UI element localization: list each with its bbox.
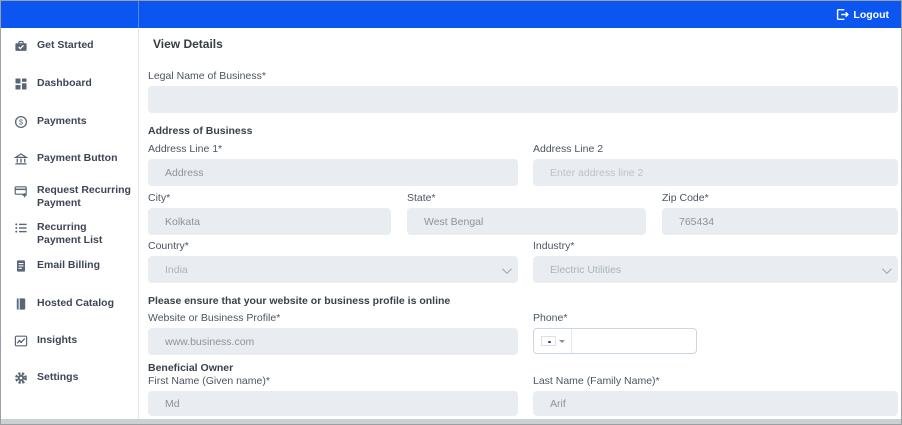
chart-line-icon <box>14 334 28 353</box>
country-code-selector[interactable] <box>534 329 572 353</box>
beneficial-owner-section-header: Beneficial Owner <box>148 362 233 374</box>
city-field-group: City* <box>148 192 391 235</box>
gear-icon <box>14 371 28 390</box>
zip-code-field-group: Zip Code* <box>662 192 898 235</box>
zip-code-label: Zip Code* <box>662 192 898 204</box>
last-name-label: Last Name (Family Name)* <box>533 375 898 387</box>
address-line2-field-group: Address Line 2 <box>533 143 898 186</box>
sidebar-item-label: Request Recurring Payment <box>37 184 132 209</box>
sidebar-item-label: Insights <box>37 334 77 347</box>
first-name-label: First Name (Given name)* <box>148 375 518 387</box>
sidebar-item-dashboard[interactable]: Dashboard <box>14 77 132 96</box>
sidebar-item-hosted-catalog[interactable]: Hosted Catalog <box>14 297 132 316</box>
sidebar-item-payment-button[interactable]: Payment Button <box>14 152 132 171</box>
industry-select[interactable]: Electric Utilities <box>533 256 898 283</box>
sidebar-item-label: Email Billing <box>37 259 100 272</box>
first-name-input[interactable] <box>148 391 518 416</box>
sidebar-item-request-recurring-payment[interactable]: Request Recurring Payment <box>14 184 132 209</box>
card-plus-icon <box>14 184 28 203</box>
phone-input[interactable] <box>572 329 697 353</box>
svg-text:$: $ <box>19 118 24 127</box>
sidebar-nav: Get Started Dashboard $ Payments <box>1 28 139 419</box>
first-name-field-group: First Name (Given name)* <box>148 375 518 416</box>
logout-icon <box>836 8 849 21</box>
sidebar-item-label: Payment Button <box>37 152 118 165</box>
dollar-circle-icon: $ <box>14 115 28 134</box>
country-selected-value: India <box>165 264 508 276</box>
address-line1-label: Address Line 1* <box>148 143 518 155</box>
country-select[interactable]: India <box>148 256 518 283</box>
briefcase-check-icon <box>14 39 28 58</box>
last-name-input[interactable] <box>533 391 898 416</box>
state-input[interactable] <box>407 208 646 235</box>
zip-code-input[interactable] <box>662 208 898 235</box>
country-label: Country* <box>148 240 518 252</box>
dashboard-grid-icon <box>14 77 28 96</box>
website-field-group: Website or Business Profile* <box>148 312 518 355</box>
industry-field-group: Industry* Electric Utilities <box>533 240 898 283</box>
sidebar-item-email-billing[interactable]: Email Billing <box>14 259 132 278</box>
top-header-bar: Logout <box>1 1 901 28</box>
sidebar-item-label: Settings <box>37 371 78 384</box>
sidebar-item-settings[interactable]: Settings <box>14 371 132 390</box>
document-icon <box>14 259 28 278</box>
last-name-field-group: Last Name (Family Name)* <box>533 375 898 416</box>
address-line1-input[interactable] <box>148 159 518 186</box>
logout-label: Logout <box>853 9 889 21</box>
bank-icon <box>14 152 28 171</box>
website-note: Please ensure that your website or busin… <box>148 295 450 307</box>
sidebar-item-label: Dashboard <box>37 77 92 90</box>
sidebar-item-label: Hosted Catalog <box>37 297 114 310</box>
address-line2-label: Address Line 2 <box>533 143 898 155</box>
legal-name-field-group: Legal Name of Business* <box>148 70 898 113</box>
sidebar-item-label: Payments <box>37 115 87 128</box>
sidebar-item-recurring-payment-list[interactable]: Recurring Payment List <box>14 221 132 246</box>
sidebar-item-label: Get Started <box>37 39 94 52</box>
caret-down-icon <box>559 340 565 343</box>
industry-selected-value: Electric Utilities <box>550 264 888 276</box>
list-icon <box>14 221 28 240</box>
phone-label: Phone* <box>533 312 697 324</box>
main-content: View Details Legal Name of Business* Add… <box>139 28 901 419</box>
industry-label: Industry* <box>533 240 898 252</box>
logout-button[interactable]: Logout <box>836 8 889 21</box>
website-input[interactable] <box>148 328 518 355</box>
website-label: Website or Business Profile* <box>148 312 518 324</box>
sidebar-item-payments[interactable]: $ Payments <box>14 115 132 134</box>
address-line2-input[interactable] <box>533 159 898 186</box>
india-flag-icon <box>541 336 556 346</box>
legal-name-input[interactable] <box>148 86 898 113</box>
phone-field-group: Phone* <box>533 312 697 354</box>
sidebar-item-get-started[interactable]: Get Started <box>14 39 132 58</box>
state-field-group: State* <box>407 192 646 235</box>
page-title: View Details <box>153 37 223 51</box>
city-input[interactable] <box>148 208 391 235</box>
legal-name-label: Legal Name of Business* <box>148 70 898 82</box>
phone-input-box <box>533 328 697 354</box>
sidebar-item-insights[interactable]: Insights <box>14 334 132 353</box>
sidebar-item-label: Recurring Payment List <box>37 221 132 246</box>
state-label: State* <box>407 192 646 204</box>
book-icon <box>14 297 28 316</box>
country-field-group: Country* India <box>148 240 518 283</box>
app-window: Logout Get Started <box>0 0 902 425</box>
address-line1-field-group: Address Line 1* <box>148 143 518 186</box>
address-section-header: Address of Business <box>148 125 252 137</box>
city-label: City* <box>148 192 391 204</box>
